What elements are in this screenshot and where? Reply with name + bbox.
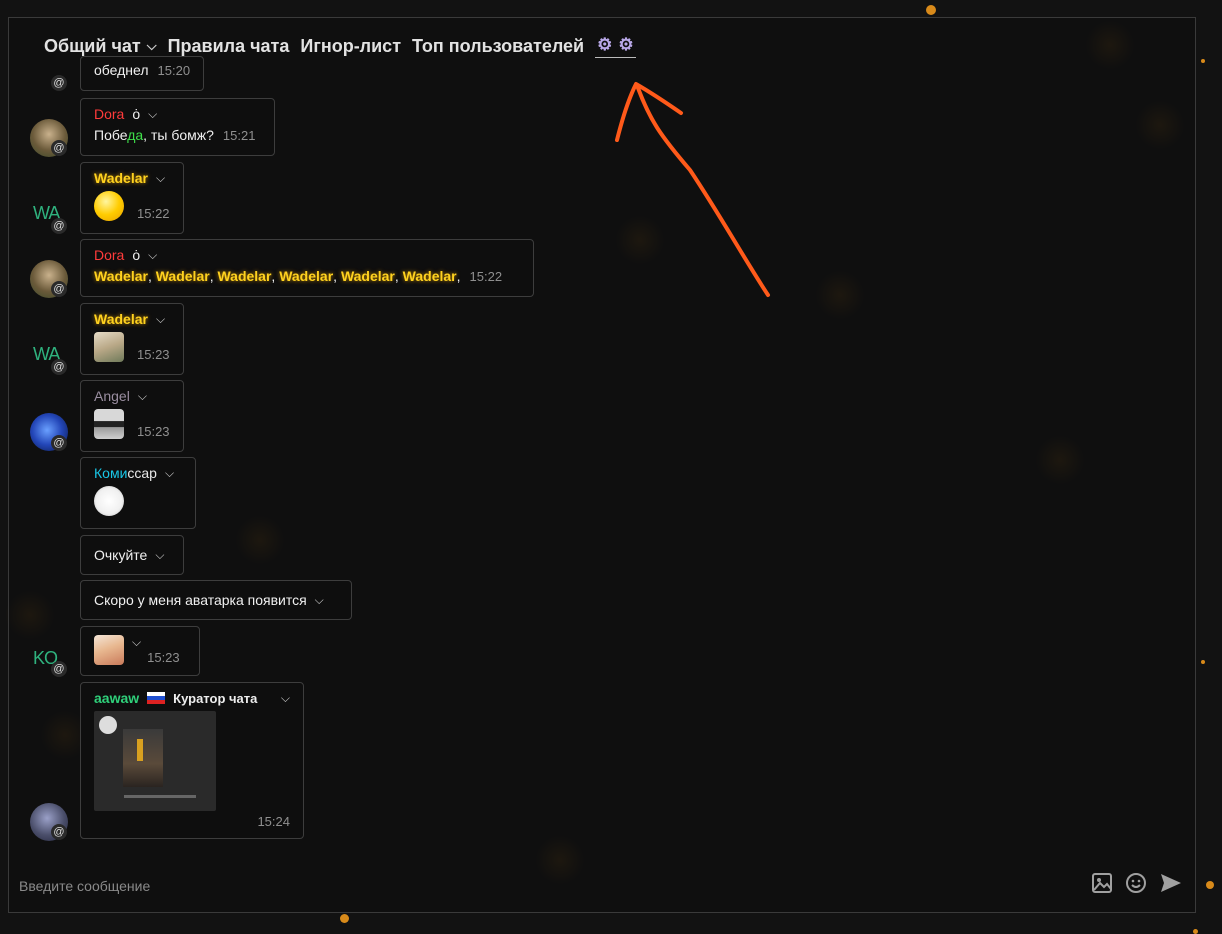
- message-time: 15:22: [137, 206, 170, 221]
- laughing-face-sticker[interactable]: [94, 191, 124, 221]
- chat-nav: Общий чат ⌵ Правила чата Игнор-лист Топ …: [44, 34, 636, 58]
- tab-general-chat-label: Общий чат: [44, 35, 141, 56]
- chat-panel: Общий чат ⌵ Правила чата Игнор-лист Топ …: [8, 17, 1196, 913]
- chevron-down-icon[interactable]: ⌵: [138, 389, 147, 404]
- chevron-down-icon[interactable]: ⌵: [156, 312, 165, 327]
- message: Комиссар ⌵: [80, 457, 196, 529]
- message-time: 15:23: [147, 650, 180, 665]
- role-badge: Куратор чата: [173, 690, 258, 706]
- message-time: 15:23: [137, 347, 170, 362]
- message-text: Скоро у меня аватарка появится: [94, 592, 307, 608]
- author-name-part: ссар: [127, 465, 157, 481]
- chevron-down-icon[interactable]: ⌵: [165, 466, 174, 481]
- mention-icon[interactable]: @: [51, 359, 67, 375]
- mention-icon[interactable]: @: [51, 435, 67, 451]
- message-time: 15:21: [222, 128, 256, 143]
- mention[interactable]: Wadelar: [156, 268, 210, 284]
- white-face-sticker[interactable]: [94, 486, 124, 516]
- chevron-down-icon: ⌵: [146, 38, 157, 53]
- user-badge: ȯ: [132, 106, 141, 122]
- tab-general-chat[interactable]: Общий чат ⌵: [44, 36, 157, 57]
- monkey-sticker[interactable]: [94, 332, 124, 362]
- text-highlight: да: [127, 127, 144, 143]
- gear-icon[interactable]: ⚙: [597, 35, 612, 55]
- mention-list: Wadelar, Wadelar, Wadelar, Wadelar, Wade…: [94, 268, 461, 284]
- message: Wadelar ⌵ 15:22: [80, 162, 184, 234]
- message: Dora ȯ ⌵ Wadelar, Wadelar, Wadelar, Wade…: [80, 239, 534, 297]
- user-badge: ȯ: [132, 247, 141, 263]
- chevron-down-icon[interactable]: ⌵: [156, 171, 165, 186]
- screenshot-image[interactable]: [94, 711, 216, 811]
- mention-icon[interactable]: @: [51, 661, 67, 677]
- message: Очкуйте ⌵: [80, 535, 184, 575]
- chevron-down-icon[interactable]: ⌵: [281, 691, 290, 706]
- author-name[interactable]: Dora: [94, 106, 124, 122]
- author-name[interactable]: Dora: [94, 247, 124, 263]
- mention-icon[interactable]: @: [51, 75, 67, 91]
- author-name-part: Коми: [94, 465, 128, 481]
- mention[interactable]: Wadelar: [341, 268, 395, 284]
- message-text: обеднел: [94, 62, 149, 78]
- thumb-photo: [123, 729, 163, 787]
- text-part: Побе: [94, 127, 128, 143]
- tab-ignore-list[interactable]: Игнор-лист: [300, 36, 401, 57]
- mention[interactable]: Wadelar: [217, 268, 271, 284]
- message-text: Очкуйте: [94, 547, 148, 563]
- author-name[interactable]: Комиссар: [94, 465, 157, 481]
- thumb-caption-line: [124, 795, 196, 798]
- mention-icon[interactable]: @: [51, 824, 67, 840]
- mention-icon[interactable]: @: [51, 140, 67, 156]
- gear-icon[interactable]: ⚙: [618, 35, 633, 55]
- mention-icon[interactable]: @: [51, 281, 67, 297]
- author-name[interactable]: Angel: [94, 388, 130, 404]
- message-text: Победа, ты бомж?: [94, 127, 214, 143]
- tab-top-users[interactable]: Топ пользователей: [412, 36, 584, 57]
- author-name[interactable]: aawaw: [94, 690, 139, 706]
- message-time: 15:24: [257, 814, 290, 829]
- message-list[interactable]: @ обеднел 15:20 @ Dora ȯ ⌵ Победа, ты бо…: [9, 56, 1195, 858]
- message-time: 15:22: [469, 269, 503, 284]
- chevron-down-icon[interactable]: ⌵: [315, 593, 324, 608]
- tab-chat-rules[interactable]: Правила чата: [168, 36, 290, 57]
- chevron-down-icon[interactable]: ⌵: [148, 248, 157, 263]
- mention[interactable]: Wadelar: [403, 268, 457, 284]
- thumb-object: [137, 739, 143, 761]
- message: aawaw Куратор чата ⌵ 15:24: [80, 682, 304, 839]
- message: Angel ⌵ 15:23: [80, 380, 184, 452]
- message: обеднел 15:20: [80, 56, 205, 91]
- text-part: , ты бомж?: [143, 127, 214, 143]
- russia-flag-icon: [147, 692, 166, 704]
- message: Скоро у меня аватарка появится ⌵: [80, 580, 352, 620]
- thumb-avatar: [99, 716, 117, 734]
- mention[interactable]: Wadelar: [94, 268, 148, 284]
- smile-icon[interactable]: [1124, 872, 1148, 896]
- author-name[interactable]: Wadelar: [94, 311, 148, 327]
- message-input[interactable]: Введите сообщение: [19, 878, 150, 894]
- cat-sticker[interactable]: [94, 635, 124, 665]
- chevron-down-icon[interactable]: ⌵: [132, 635, 141, 650]
- image-icon[interactable]: [1090, 872, 1114, 896]
- message-input-bar: Введите сообщение: [19, 872, 1189, 900]
- settings-icons: ⚙ ⚙: [595, 35, 636, 58]
- sunglasses-cat-sticker[interactable]: [94, 409, 124, 439]
- mention-icon[interactable]: @: [51, 218, 67, 234]
- message: ⌵ 15:23: [80, 626, 200, 676]
- author-name[interactable]: Wadelar: [94, 170, 148, 186]
- chevron-down-icon[interactable]: ⌵: [155, 548, 164, 563]
- send-icon[interactable]: [1159, 872, 1183, 896]
- chevron-down-icon[interactable]: ⌵: [148, 107, 157, 122]
- message: Wadelar ⌵ 15:23: [80, 303, 184, 375]
- message-time: 15:20: [157, 63, 191, 78]
- message-time: 15:23: [137, 424, 170, 439]
- mention[interactable]: Wadelar: [279, 268, 333, 284]
- message: Dora ȯ ⌵ Победа, ты бомж? 15:21: [80, 98, 275, 156]
